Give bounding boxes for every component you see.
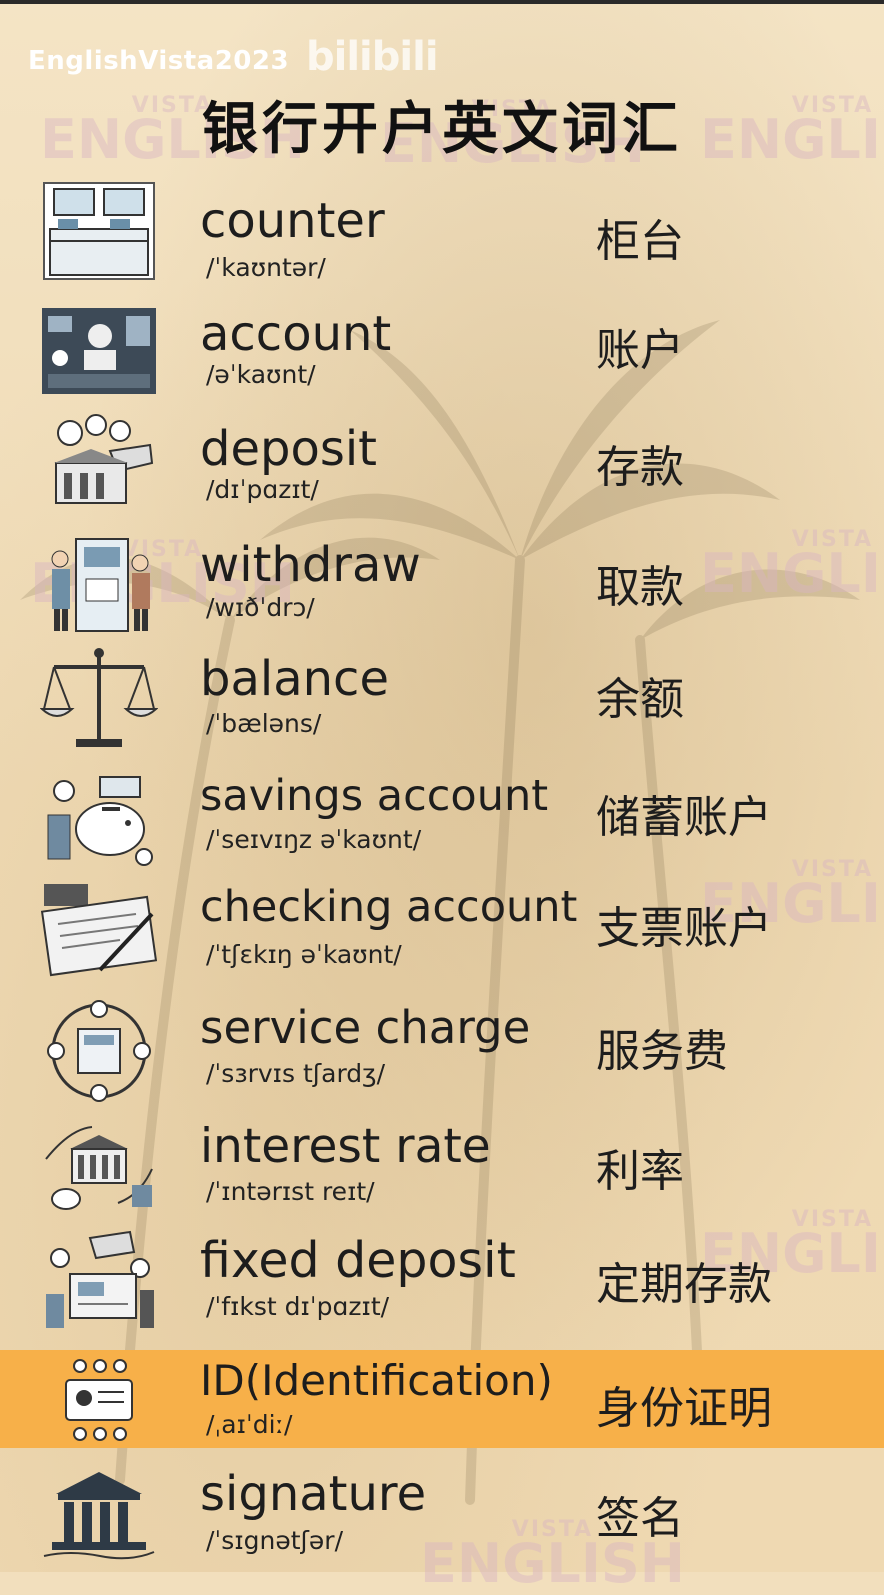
- fixed-deposit-icon: [40, 1228, 158, 1334]
- vocab-translation: 余额: [596, 674, 684, 725]
- vocab-ipa: /dɪˈpɑzɪt/: [206, 475, 319, 504]
- vocab-word: account: [200, 306, 392, 362]
- atm-withdraw-icon: [40, 535, 158, 635]
- vocab-ipa: /ˈfɪkst dɪˈpɑzɪt/: [206, 1292, 390, 1321]
- vocab-ipa: /ˈkaʊntər/: [206, 253, 326, 282]
- vocab-word: checking account: [200, 882, 578, 932]
- vocab-translation: 利率: [596, 1146, 684, 1197]
- vocab-word: fixed deposit: [200, 1232, 516, 1289]
- vocab-ipa: /ˈsɜrvɪs tʃardʒ/: [206, 1059, 386, 1088]
- vocab-ipa: /əˈkaʊnt/: [206, 360, 316, 389]
- vocab-ipa: /ˈɪntərɪst reɪt/: [206, 1177, 375, 1206]
- vocab-row-fixed-deposit: fixed deposit /ˈfɪkst dɪˈpɑzɪt/ 定期存款: [0, 1228, 884, 1346]
- piggy-bank-icon: [40, 771, 158, 867]
- deposit-icon: [40, 411, 158, 511]
- id-card-icon: [40, 1358, 158, 1442]
- vocab-translation: 存款: [596, 442, 684, 493]
- vocab-row-account: account /əˈkaʊnt/ 账户: [0, 290, 884, 400]
- vocab-translation: 服务费: [596, 1026, 728, 1077]
- vocab-translation: 账户: [596, 325, 684, 376]
- vocab-ipa: /ˈbæləns/: [206, 709, 322, 738]
- vocab-row-withdraw: withdraw /wɪðˈdrɔ/ 取款: [0, 525, 884, 640]
- vocab-word: balance: [200, 651, 389, 707]
- vocab-translation: 取款: [596, 562, 684, 613]
- vocab-row-balance: balance /ˈbæləns/ 余额: [0, 643, 884, 758]
- vocab-ipa: /wɪðˈdrɔ/: [206, 593, 315, 622]
- vocab-row-id-highlighted: ID(Identification) /ˌaɪˈdiː/ 身份证明: [0, 1350, 884, 1448]
- vocab-ipa: /ˌaɪˈdiː/: [206, 1410, 293, 1439]
- vocab-row-deposit: deposit /dɪˈpɑzɪt/ 存款: [0, 405, 884, 520]
- vocab-translation: 柜台: [596, 216, 684, 267]
- vocab-word: counter: [200, 193, 385, 249]
- bank-counter-icon: [40, 179, 158, 283]
- vocab-word: interest rate: [200, 1119, 491, 1174]
- vocab-translation: 储蓄账户: [596, 792, 772, 843]
- vocab-translation: 身份证明: [596, 1383, 772, 1434]
- top-edge-bar: [0, 0, 884, 4]
- vocab-ipa: /ˈsɪgnətʃər/: [206, 1526, 343, 1555]
- vocab-word: signature: [200, 1466, 427, 1522]
- vocab-translation: 签名: [596, 1493, 684, 1544]
- account-dashboard-icon: [40, 298, 158, 396]
- vocab-word: deposit: [200, 421, 377, 477]
- interest-rate-icon: [40, 1119, 158, 1211]
- vocab-row-counter: counter /ˈkaʊntər/ 柜台: [0, 175, 884, 285]
- vocab-row-interest-rate: interest rate /ˈɪntərɪst reɪt/ 利率: [0, 1115, 884, 1233]
- service-charge-icon: [40, 999, 158, 1103]
- vocab-row-service-charge: service charge /ˈsɜrvɪs tʃardʒ/ 服务费: [0, 995, 884, 1113]
- bilibili-logo: bilibili: [306, 34, 439, 80]
- vocab-ipa: /ˈtʃɛkɪŋ əˈkaʊnt/: [206, 940, 402, 969]
- vocab-row-savings-account: savings account /ˈseɪvɪŋz əˈkaʊnt/ 储蓄账户: [0, 763, 884, 878]
- checkbook-icon: [40, 874, 158, 986]
- channel-name: EnglishVista2023: [28, 46, 290, 76]
- vocab-ipa: /ˈseɪvɪŋz əˈkaʊnt/: [206, 825, 422, 854]
- vocab-word: withdraw: [200, 537, 421, 593]
- balance-scale-icon: [40, 643, 158, 751]
- vocab-word: savings account: [200, 771, 549, 821]
- vocab-word: service charge: [200, 1001, 531, 1054]
- bank-building-icon: [40, 1468, 158, 1560]
- vocab-row-checking-account: checking account /ˈtʃɛkɪŋ əˈkaʊnt/ 支票账户: [0, 872, 884, 990]
- page-title: 银行开户英文词汇: [202, 97, 682, 162]
- vocab-word: ID(Identification): [200, 1356, 553, 1405]
- vocab-translation: 定期存款: [596, 1259, 772, 1310]
- vocab-translation: 支票账户: [596, 903, 772, 954]
- vocab-row-signature: signature /ˈsɪgnətʃər/ 签名: [0, 1462, 884, 1572]
